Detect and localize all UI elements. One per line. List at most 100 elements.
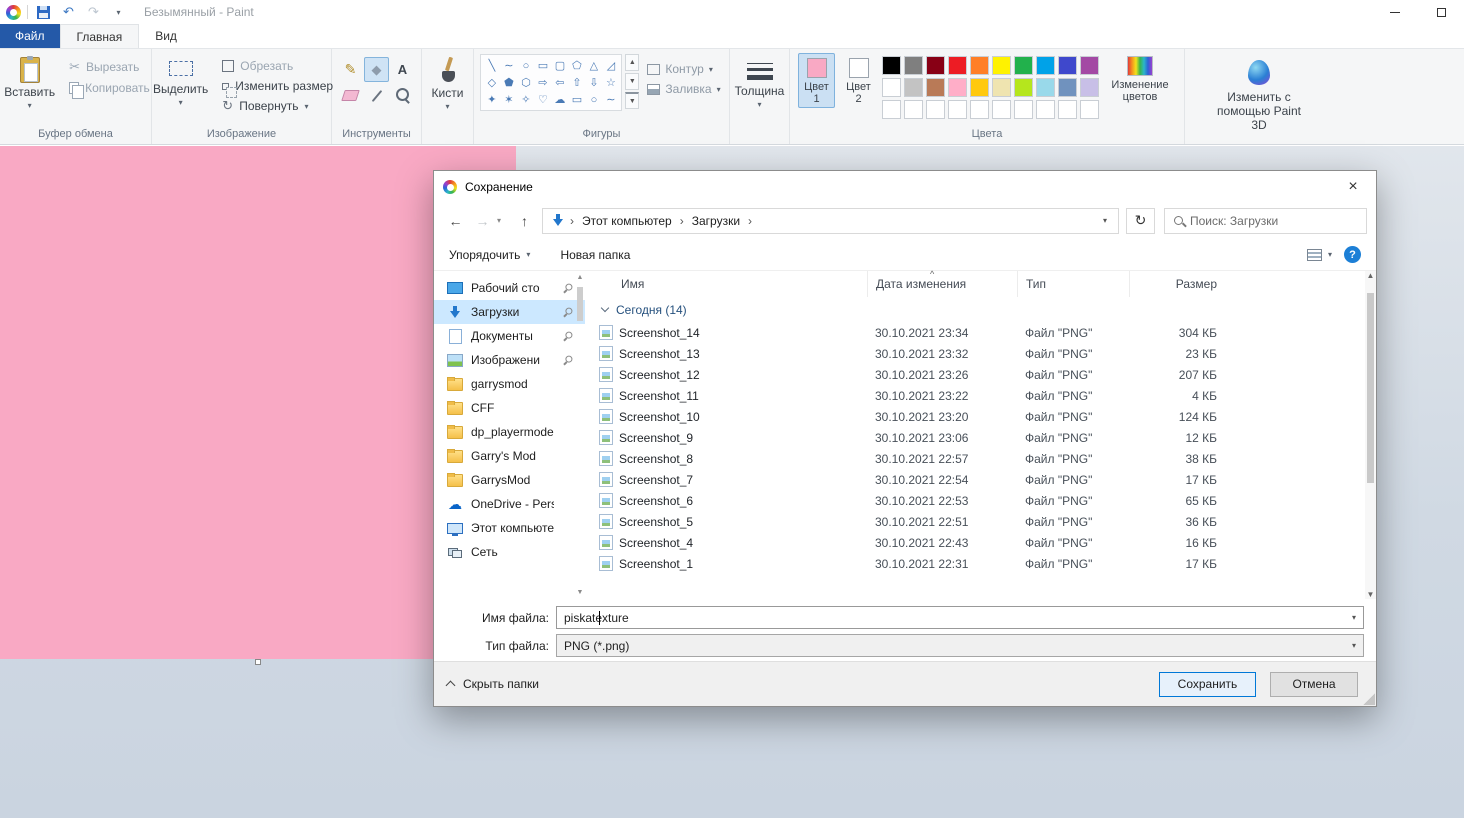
scroll-up-icon[interactable]: ▲ (577, 274, 584, 281)
sidebar-scrollbar[interactable]: ▲ ▼ (575, 274, 585, 596)
tool-button[interactable] (338, 83, 363, 108)
save-button[interactable]: Сохранить (1159, 671, 1256, 697)
file-row[interactable]: Screenshot_13 30.10.2021 23:32 Файл "PNG… (599, 343, 1365, 364)
chevron-down-icon[interactable]: ▾ (1352, 641, 1356, 650)
shape-item[interactable]: ☆ (602, 74, 619, 91)
column-header-size[interactable]: Размер (1129, 271, 1221, 297)
dialog-resize-grip[interactable] (1362, 692, 1375, 705)
sidebar-item[interactable]: OneDrive - Person (434, 492, 585, 516)
shape-item[interactable]: ☁ (551, 91, 568, 108)
palette-color[interactable] (1058, 100, 1077, 119)
file-row[interactable]: Screenshot_14 30.10.2021 23:34 Файл "PNG… (599, 322, 1365, 343)
redo-button[interactable]: ↷ (84, 3, 103, 22)
scroll-up-icon[interactable]: ▲ (625, 54, 640, 71)
palette-color[interactable] (926, 100, 945, 119)
hide-folders-button[interactable]: Скрыть папки (445, 677, 539, 691)
palette-color[interactable] (992, 100, 1011, 119)
shape-item[interactable]: ∼ (500, 57, 517, 74)
scroll-down-icon[interactable]: ▼ (625, 73, 640, 90)
shape-item[interactable]: ✶ (500, 91, 517, 108)
scrollbar-thumb[interactable] (577, 287, 583, 321)
sidebar-item[interactable]: Garry's Mod (434, 444, 585, 468)
file-row[interactable]: Screenshot_6 30.10.2021 22:53 Файл "PNG"… (599, 490, 1365, 511)
customize-toolbar-button[interactable]: ▾ (109, 3, 128, 22)
palette-color[interactable] (948, 100, 967, 119)
tool-button[interactable] (364, 57, 389, 82)
color2-button[interactable]: Цвет 2 (840, 53, 877, 108)
file-row[interactable]: Screenshot_4 30.10.2021 22:43 Файл "PNG"… (599, 532, 1365, 553)
sidebar-item[interactable]: GarrysMod (434, 468, 585, 492)
scroll-down-icon[interactable]: ▼ (1367, 590, 1375, 599)
filetype-select[interactable]: PNG (*.png) ▾ (556, 634, 1364, 657)
dialog-close-button[interactable]: × (1330, 171, 1376, 202)
sidebar-item[interactable]: garrysmod (434, 372, 585, 396)
search-input[interactable]: Поиск: Загрузки (1164, 207, 1367, 234)
column-header-date[interactable]: ^ Дата изменения (867, 269, 1017, 297)
back-button[interactable]: ← (443, 208, 468, 234)
view-options-button[interactable]: ▾ (1306, 248, 1332, 261)
palette-color[interactable] (1036, 78, 1055, 97)
sidebar-item[interactable]: Рабочий сто (434, 276, 585, 300)
tool-button[interactable] (390, 57, 415, 82)
file-row[interactable]: Screenshot_9 30.10.2021 23:06 Файл "PNG"… (599, 427, 1365, 448)
palette-color[interactable] (948, 78, 967, 97)
shape-item[interactable]: ◿ (602, 57, 619, 74)
tool-button[interactable] (364, 83, 389, 108)
sidebar-item[interactable]: CFF (434, 396, 585, 420)
shape-item[interactable]: ○ (517, 57, 534, 74)
shape-item[interactable]: ∼ (602, 91, 619, 108)
shape-item[interactable]: ⇦ (551, 74, 568, 91)
select-button[interactable]: Выделить ▾ (146, 53, 215, 108)
palette-color[interactable] (926, 78, 945, 97)
file-row[interactable]: Screenshot_5 30.10.2021 22:51 Файл "PNG"… (599, 511, 1365, 532)
tool-button[interactable] (390, 83, 415, 108)
palette-color[interactable] (1014, 56, 1033, 75)
column-header-type[interactable]: Тип (1017, 271, 1129, 297)
palette-color[interactable] (1014, 78, 1033, 97)
shape-item[interactable]: ◇ (483, 74, 500, 91)
resize-button[interactable]: Изменить размер (218, 78, 337, 98)
sidebar-item[interactable]: Этот компьютер (434, 516, 585, 540)
file-row[interactable]: Screenshot_8 30.10.2021 22:57 Файл "PNG"… (599, 448, 1365, 469)
forward-button[interactable]: → (470, 208, 495, 234)
palette-color[interactable] (882, 100, 901, 119)
crop-button[interactable]: Обрезать (218, 58, 337, 74)
shape-item[interactable]: ⬠ (568, 57, 585, 74)
shape-item[interactable]: △ (585, 57, 602, 74)
address-dropdown-icon[interactable]: ▾ (1096, 216, 1114, 225)
file-row[interactable]: Screenshot_10 30.10.2021 23:20 Файл "PNG… (599, 406, 1365, 427)
file-row[interactable]: Screenshot_11 30.10.2021 23:22 Файл "PNG… (599, 385, 1365, 406)
refresh-button[interactable]: ↻ (1126, 207, 1155, 234)
palette-color[interactable] (992, 56, 1011, 75)
shape-item[interactable]: ⬡ (517, 74, 534, 91)
palette-color[interactable] (882, 56, 901, 75)
palette-color[interactable] (1080, 78, 1099, 97)
palette-color[interactable] (970, 78, 989, 97)
palette-color[interactable] (904, 100, 923, 119)
file-row[interactable]: Screenshot_1 30.10.2021 22:31 Файл "PNG"… (599, 553, 1365, 574)
undo-button[interactable]: ↶ (59, 3, 78, 22)
copy-button[interactable]: Копировать (65, 80, 154, 99)
breadcrumb-item[interactable]: Этот компьютер › (575, 214, 685, 228)
palette-color[interactable] (948, 56, 967, 75)
file-list-scrollbar[interactable]: ▲ ▼ (1365, 271, 1376, 599)
palette-color[interactable] (904, 78, 923, 97)
palette-color[interactable] (1058, 56, 1077, 75)
palette-color[interactable] (1036, 100, 1055, 119)
palette-color[interactable] (970, 56, 989, 75)
scrollbar-thumb[interactable] (1367, 293, 1374, 483)
brushes-button[interactable]: Кисти ▾ (425, 53, 471, 112)
sidebar-item[interactable]: Изображени (434, 348, 585, 372)
sidebar-item[interactable]: dp_playermodel (434, 420, 585, 444)
group-header[interactable]: Сегодня (14) (599, 297, 1365, 322)
filename-input[interactable]: piskatexture ▾ (556, 606, 1364, 629)
palette-color[interactable] (1058, 78, 1077, 97)
shape-item[interactable]: ⇨ (534, 74, 551, 91)
color1-button[interactable]: Цвет 1 (798, 53, 835, 108)
fill-button[interactable]: Заливка ▾ (647, 82, 721, 96)
up-button[interactable]: ↑ (512, 208, 537, 234)
breadcrumb-item[interactable]: Загрузки › (685, 214, 753, 228)
shape-item[interactable]: ▢ (551, 57, 568, 74)
scroll-down-icon[interactable]: ▼ (577, 589, 584, 596)
help-button[interactable]: ? (1344, 246, 1361, 263)
